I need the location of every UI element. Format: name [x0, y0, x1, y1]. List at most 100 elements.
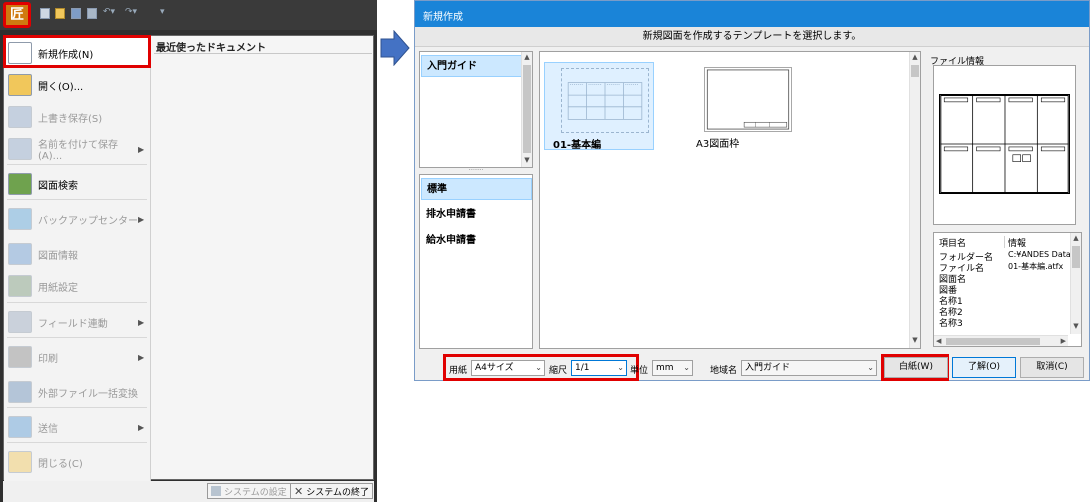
template-label: A3図面枠 — [696, 139, 740, 150]
scale-select[interactable]: 1/1 ⌄ — [571, 360, 627, 376]
blank-paper-button[interactable]: 白紙(W) — [884, 357, 948, 378]
menu-item-label: 閉じる(C) — [38, 458, 83, 470]
file-info-row-value: 01-基本編.atfx — [1008, 262, 1064, 271]
customize-toolbar-icon[interactable]: ▾ — [160, 7, 165, 17]
region-select[interactable]: 入門ガイド ⌄ — [741, 360, 877, 376]
menu-item-label: 上書き保存(S) — [38, 113, 103, 125]
region-label: 地域名 — [710, 366, 738, 376]
ok-button[interactable]: 了解(O) — [952, 357, 1016, 378]
template-thumbnail — [561, 68, 649, 133]
application-button[interactable]: 匠 — [3, 2, 31, 28]
dialog-title: 新規作成 — [415, 1, 1089, 27]
scroll-up-icon[interactable]: ▲ — [1071, 234, 1081, 242]
new-drawing-dialog: 新規作成 新規図面を作成するテンプレートを選択します。 入門ガイド ▲ ▼ ··… — [414, 0, 1090, 381]
unit-value: mm — [656, 363, 674, 373]
save-icon — [8, 106, 32, 128]
menu-item-label: 外部ファイル一括変換 — [38, 388, 138, 400]
open-folder-icon[interactable] — [55, 8, 65, 19]
undo-icon[interactable]: ↶▾ — [103, 7, 115, 17]
menu-separator — [7, 302, 147, 303]
cancel-button[interactable]: 取消(C) — [1020, 357, 1084, 378]
category-list: 入門ガイド ▲ ▼ — [419, 51, 533, 168]
menu-item-label: フィールド連動 — [38, 318, 108, 330]
tool-icon[interactable] — [87, 8, 97, 19]
file-info-vscrollbar[interactable]: ▲ ▼ — [1070, 233, 1081, 334]
dialog-bottom-bar: 用紙 A4サイズ ⌄ 縮尺 1/1 ⌄ 単位 mm ⌄ 地域名 入門ガイド ⌄ … — [415, 353, 1089, 381]
menu-item[interactable]: 用紙設定 — [3, 270, 150, 302]
backup-center-icon — [8, 208, 32, 230]
template-thumbnail — [704, 67, 792, 132]
system-settings-button[interactable]: システムの設定 — [207, 483, 291, 499]
menu-item[interactable]: 印刷 ▶ — [3, 341, 150, 373]
submenu-arrow-icon: ▶ — [138, 422, 145, 432]
scroll-up-icon[interactable]: ▲ — [522, 53, 532, 61]
unit-select[interactable]: mm ⌄ — [652, 360, 693, 376]
drawing-preview — [939, 94, 1070, 194]
close-folder-icon — [8, 451, 32, 473]
menu-item[interactable]: 新規作成(N) — [3, 37, 150, 69]
scroll-down-icon[interactable]: ▼ — [910, 336, 920, 344]
menu-item-label: 開く(O)... — [38, 81, 84, 93]
menu-item-label: 送信 — [38, 423, 58, 435]
menu-item[interactable]: 送信 ▶ — [3, 411, 150, 443]
chevron-down-icon: ⌄ — [535, 363, 542, 372]
file-info-col-name: 項目名 — [939, 239, 967, 249]
paper-size-select[interactable]: A4サイズ ⌄ — [471, 360, 545, 376]
right-arrow-icon — [380, 30, 410, 66]
scroll-thumb[interactable] — [523, 65, 531, 153]
drawing-search-icon — [8, 173, 32, 195]
scroll-up-icon[interactable]: ▲ — [910, 53, 920, 61]
pane-splitter[interactable]: ········ — [419, 168, 533, 174]
menu-item[interactable]: フィールド連動 ▶ — [3, 306, 150, 338]
scroll-thumb[interactable] — [1072, 246, 1080, 268]
settings-icon — [211, 486, 221, 496]
dialog-instruction: 新規図面を作成するテンプレートを選択します。 — [415, 27, 1089, 47]
scale-label: 縮尺 — [549, 366, 568, 376]
region-list: 標準 排水申請書 給水申請書 — [419, 174, 533, 349]
menu-item[interactable]: 外部ファイル一括変換 — [3, 376, 150, 408]
save-as-icon — [8, 138, 32, 160]
printer-icon — [8, 346, 32, 368]
category-item[interactable]: 入門ガイド — [421, 55, 522, 77]
recent-documents-divider — [154, 53, 372, 54]
region-item-water-supply[interactable]: 給水申請書 — [421, 230, 532, 252]
menu-item[interactable]: 上書き保存(S) — [3, 101, 150, 133]
template-area: 01-基本編 A3図面枠 ▲ ▼ — [539, 51, 921, 349]
scroll-thumb[interactable] — [911, 65, 919, 77]
scroll-left-icon[interactable]: ◀ — [936, 337, 941, 345]
menu-item[interactable]: バックアップセンター ▶ — [3, 203, 150, 235]
batch-convert-icon — [8, 381, 32, 403]
menu-item[interactable]: 名前を付けて保存(A)... ▶ — [3, 133, 150, 165]
submenu-arrow-icon: ▶ — [138, 317, 145, 327]
scale-value: 1/1 — [575, 363, 590, 373]
file-preview — [933, 65, 1076, 225]
scroll-down-icon[interactable]: ▼ — [522, 156, 532, 164]
menu-item[interactable]: 図面情報 — [3, 238, 150, 270]
menu-item[interactable]: 図面検索 — [3, 168, 150, 200]
scroll-down-icon[interactable]: ▼ — [1071, 322, 1081, 330]
application-menu: 匠 ↶▾ ↷▾ ▾ 最近使ったドキュメント 新規作成(N) 開く(O)... 上書き… — [0, 0, 377, 502]
template-item-basic[interactable]: 01-基本編 — [544, 62, 654, 151]
redo-icon[interactable]: ↷▾ — [125, 7, 137, 17]
category-scrollbar[interactable]: ▲ ▼ — [521, 52, 532, 167]
save-icon[interactable] — [71, 8, 81, 19]
paper-size-value: A4サイズ — [475, 363, 514, 373]
template-scrollbar[interactable]: ▲ ▼ — [909, 52, 920, 348]
close-icon: ✕ — [294, 484, 304, 498]
template-item-a3-frame[interactable]: A3図面枠 — [688, 62, 798, 150]
scroll-thumb[interactable] — [946, 338, 1040, 345]
file-info-row-value: C:¥ANDES Data — [1008, 250, 1071, 259]
file-info-hscrollbar[interactable]: ◀ ▶ — [934, 335, 1068, 346]
region-item-standard[interactable]: 標準 — [421, 178, 532, 200]
menu-item-label: 図面検索 — [38, 180, 78, 192]
send-icon — [8, 416, 32, 438]
menu-item[interactable]: 開く(O)... — [3, 69, 150, 101]
menu-item-label: バックアップセンター — [38, 215, 138, 227]
system-exit-button[interactable]: ✕ システムの終了 — [290, 483, 373, 499]
new-document-icon[interactable] — [40, 8, 50, 19]
menu-item[interactable]: 閉じる(C) — [3, 446, 150, 478]
region-item-drainage[interactable]: 排水申請書 — [421, 204, 532, 226]
new-document-icon — [8, 42, 32, 64]
scroll-right-icon[interactable]: ▶ — [1061, 337, 1066, 345]
paper-settings-icon — [8, 275, 32, 297]
